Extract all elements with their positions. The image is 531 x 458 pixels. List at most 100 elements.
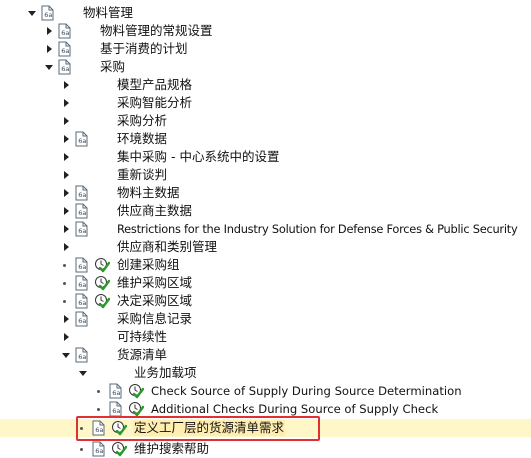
tree-node-model-product-spec[interactable]: 模型产品规格 — [0, 76, 531, 94]
tree-node-label: 重新谈判 — [117, 167, 168, 182]
tree-node-purchasing-intelligent-analytics[interactable]: 采购智能分析 — [0, 94, 531, 112]
tree-node-label: 供应商主数据 — [117, 203, 193, 218]
svg-text:6a: 6a — [61, 47, 69, 55]
execute-clock-icon[interactable] — [111, 441, 127, 457]
document-icon: 6a — [74, 275, 89, 291]
bullet-icon — [61, 256, 69, 274]
bullet-icon — [61, 274, 69, 292]
tree-node-business-addins[interactable]: 业务加载项 — [0, 364, 531, 382]
document-icon: 6a — [91, 420, 106, 436]
svg-text:6a: 6a — [78, 281, 86, 289]
collapse-arrow-icon[interactable] — [61, 94, 71, 112]
collapse-arrow-icon[interactable] — [44, 40, 54, 58]
tree-node-sustainability[interactable]: 可持续性 — [0, 328, 531, 346]
tree-node-vendor-master[interactable]: 6a 供应商主数据 — [0, 202, 531, 220]
tree-node-central-procurement[interactable]: 集中采购 - 中心系统中的设置 — [0, 148, 531, 166]
tree-node-label: Restrictions for the Industry Solution f… — [117, 222, 518, 236]
tree-node-label: 可持续性 — [117, 329, 168, 344]
collapse-arrow-icon[interactable] — [44, 22, 54, 40]
tree-node-label: 货源清单 — [117, 347, 168, 362]
tree-node-source-list[interactable]: 6a 货源清单 — [0, 346, 531, 364]
expand-arrow-icon[interactable] — [61, 346, 71, 364]
svg-text:6a: 6a — [112, 389, 120, 397]
svg-text:6a: 6a — [78, 263, 86, 271]
collapse-arrow-icon[interactable] — [61, 130, 71, 148]
expand-arrow-icon[interactable] — [78, 364, 88, 382]
tree-node-material-master[interactable]: 6a 物料主数据 — [0, 184, 531, 202]
expand-arrow-icon[interactable] — [44, 58, 54, 76]
execute-clock-icon[interactable] — [94, 275, 110, 291]
collapse-arrow-icon[interactable] — [61, 310, 71, 328]
tree-node-purchasing-analytics[interactable]: 采购分析 — [0, 112, 531, 130]
collapse-arrow-icon[interactable] — [61, 148, 71, 166]
tree-node-label: 物料主数据 — [117, 185, 180, 200]
document-icon: 6a — [57, 23, 72, 39]
document-icon: 6a — [74, 347, 89, 363]
bullet-icon — [95, 400, 103, 418]
tree-node-determine-purchasing-area[interactable]: 6a 决定采购区域 — [0, 292, 531, 310]
execute-clock-icon[interactable] — [94, 293, 110, 309]
tree-node-label: 采购信息记录 — [117, 311, 193, 326]
document-icon: 6a — [74, 185, 89, 201]
tree-node-label: 决定采购区域 — [117, 293, 193, 308]
svg-text:6a: 6a — [95, 426, 103, 434]
bullet-icon — [61, 292, 69, 310]
tree-node-label: 物料管理的常规设置 — [100, 23, 213, 38]
tree-node-label: 采购智能分析 — [117, 95, 193, 110]
execute-clock-icon[interactable] — [111, 420, 127, 436]
tree-node-maintain-purchasing-area[interactable]: 6a 维护采购区域 — [0, 274, 531, 292]
svg-text:6a: 6a — [112, 407, 120, 415]
tree-node-supplier-category-mgmt[interactable]: 供应商和类别管理 — [0, 238, 531, 256]
bullet-icon — [78, 419, 86, 437]
tree-node-label: 物料管理 — [83, 5, 134, 20]
collapse-arrow-icon[interactable] — [61, 184, 71, 202]
tree-node-purchasing[interactable]: 6a 采购 — [0, 58, 531, 76]
tree-node-label: 业务加载项 — [134, 365, 197, 380]
tree-node-general-settings[interactable]: 6a 物料管理的常规设置 — [0, 22, 531, 40]
tree-node-environment-data[interactable]: 6a 环境数据 — [0, 130, 531, 148]
svg-text:6a: 6a — [61, 29, 69, 37]
svg-text:6a: 6a — [95, 447, 103, 455]
document-icon: 6a — [40, 5, 55, 21]
collapse-arrow-icon[interactable] — [61, 238, 71, 256]
tree-node-label: 基于消费的计划 — [100, 41, 188, 56]
svg-text:6a: 6a — [78, 317, 86, 325]
execute-clock-icon[interactable] — [94, 257, 110, 273]
tree-node-purchasing-info-record[interactable]: 6a 采购信息记录 — [0, 310, 531, 328]
tree-node-label: 创建采购组 — [117, 257, 180, 272]
collapse-arrow-icon[interactable] — [61, 166, 71, 184]
tree-node-label: 环境数据 — [117, 131, 168, 146]
collapse-arrow-icon[interactable] — [61, 202, 71, 220]
execute-clock-icon[interactable] — [128, 401, 144, 417]
tree-node-label: 维护采购区域 — [117, 275, 193, 290]
collapse-arrow-icon[interactable] — [61, 76, 71, 94]
tree-node-consumption-planning[interactable]: 6a 基于消费的计划 — [0, 40, 531, 58]
svg-text:6a: 6a — [78, 137, 86, 145]
document-icon: 6a — [74, 293, 89, 309]
execute-clock-icon[interactable] — [128, 383, 144, 399]
tree-node-additional-checks[interactable]: 6a Additional Checks During Source of Su… — [0, 400, 531, 418]
document-icon: 6a — [108, 401, 123, 417]
document-icon: 6a — [74, 131, 89, 147]
collapse-arrow-icon[interactable] — [61, 112, 71, 130]
tree-node-define-source-list-requirement[interactable]: 6a 定义工厂层的货源清单需求 — [0, 419, 531, 437]
expand-arrow-icon[interactable] — [27, 4, 37, 22]
svg-text:6a: 6a — [44, 11, 52, 19]
svg-text:6a: 6a — [78, 227, 86, 235]
tree-node-defense-restrictions[interactable]: 6a Restrictions for the Industry Solutio… — [0, 220, 531, 238]
svg-text:6a: 6a — [61, 65, 69, 73]
tree-node-renegotiation[interactable]: 重新谈判 — [0, 166, 531, 184]
collapse-arrow-icon[interactable] — [61, 328, 71, 346]
tree-node-maintain-search-help[interactable]: 6a 维护搜索帮助 — [0, 440, 531, 458]
svg-text:6a: 6a — [78, 209, 86, 217]
tree-node-materials-management[interactable]: 6a 物料管理 — [0, 4, 531, 22]
document-icon: 6a — [57, 41, 72, 57]
tree-node-create-purchasing-group[interactable]: 6a 创建采购组 — [0, 256, 531, 274]
tree-node-label: Check Source of Supply During Source Det… — [151, 384, 462, 398]
document-icon: 6a — [74, 257, 89, 273]
document-icon: 6a — [74, 311, 89, 327]
tree-node-check-source-of-supply[interactable]: 6a Check Source of Supply During Source … — [0, 382, 531, 400]
collapse-arrow-icon[interactable] — [61, 220, 71, 238]
tree-node-label: 模型产品规格 — [117, 77, 193, 92]
tree-node-label: 采购 — [100, 59, 126, 74]
